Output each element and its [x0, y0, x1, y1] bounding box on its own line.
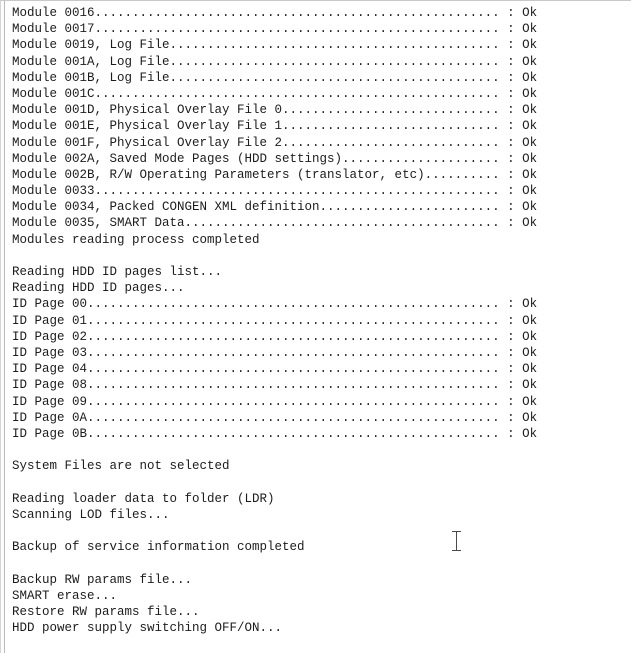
log-line: ID Page 04..............................…	[12, 362, 538, 377]
log-line: Module 0019, Log File...................…	[12, 38, 538, 53]
log-blank-line	[12, 442, 631, 458]
log-line: ID Page 0B..............................…	[12, 426, 538, 441]
log-line: Module 002B, R/W Operating Parameters (t…	[12, 167, 538, 182]
log-blank-line	[12, 523, 631, 539]
log-line: Reading loader data to folder (LDR)	[12, 491, 275, 506]
log-text-viewport[interactable]: Module 0016.............................…	[5, 1, 631, 653]
log-line: Reading HDD ID pages list...	[12, 265, 223, 279]
log-output-panel: Module 0016.............................…	[0, 0, 631, 653]
log-line: System Files are not selected	[12, 459, 230, 474]
log-line: HDD power supply switching OFF/ON...	[12, 621, 283, 636]
log-blank-line	[12, 248, 631, 264]
log-line: Module 0016.............................…	[12, 6, 538, 20]
log-blank-line	[12, 474, 631, 490]
log-blank-line	[12, 555, 631, 571]
log-line: ID Page 09..............................…	[12, 394, 538, 409]
log-line: ID Page 00..............................…	[12, 297, 538, 312]
log-line: Module 001D, Physical Overlay File 0....…	[12, 103, 538, 118]
log-line: Reading HDD ID pages...	[12, 281, 185, 296]
log-line: Scanning LOD files...	[12, 507, 170, 522]
log-line: Module 001A, Log File...................…	[12, 54, 538, 69]
log-line: Module 0017.............................…	[12, 22, 538, 37]
log-line: ID Page 0A..............................…	[12, 410, 538, 425]
log-line: Backup RW params file...	[12, 572, 193, 587]
log-line: ID Page 02..............................…	[12, 329, 538, 344]
log-line: Module 002A, Saved Mode Pages (HDD setti…	[12, 151, 538, 166]
log-line: Module 0035, SMART Data.................…	[12, 216, 538, 231]
log-line: Module 0034, Packed CONGEN XML definitio…	[12, 200, 538, 215]
log-line: Restore RW params file...	[12, 604, 200, 619]
log-line: Module 001F, Physical Overlay File 2....…	[12, 135, 538, 150]
log-line: Modules reading process completed	[12, 232, 260, 247]
log-line: ID Page 03..............................…	[12, 345, 538, 360]
log-line: Module 001E, Physical Overlay File 1....…	[12, 119, 538, 134]
log-line: Module 0033.............................…	[12, 184, 538, 199]
log-line: Module 001C.............................…	[12, 86, 538, 101]
log-line: Backup of service information completed	[12, 540, 305, 555]
log-line: Module 001B, Log File...................…	[12, 70, 538, 85]
log-line: SMART erase...	[12, 588, 118, 603]
log-line: ID Page 01..............................…	[12, 313, 538, 328]
log-line: ID Page 08..............................…	[12, 378, 538, 393]
